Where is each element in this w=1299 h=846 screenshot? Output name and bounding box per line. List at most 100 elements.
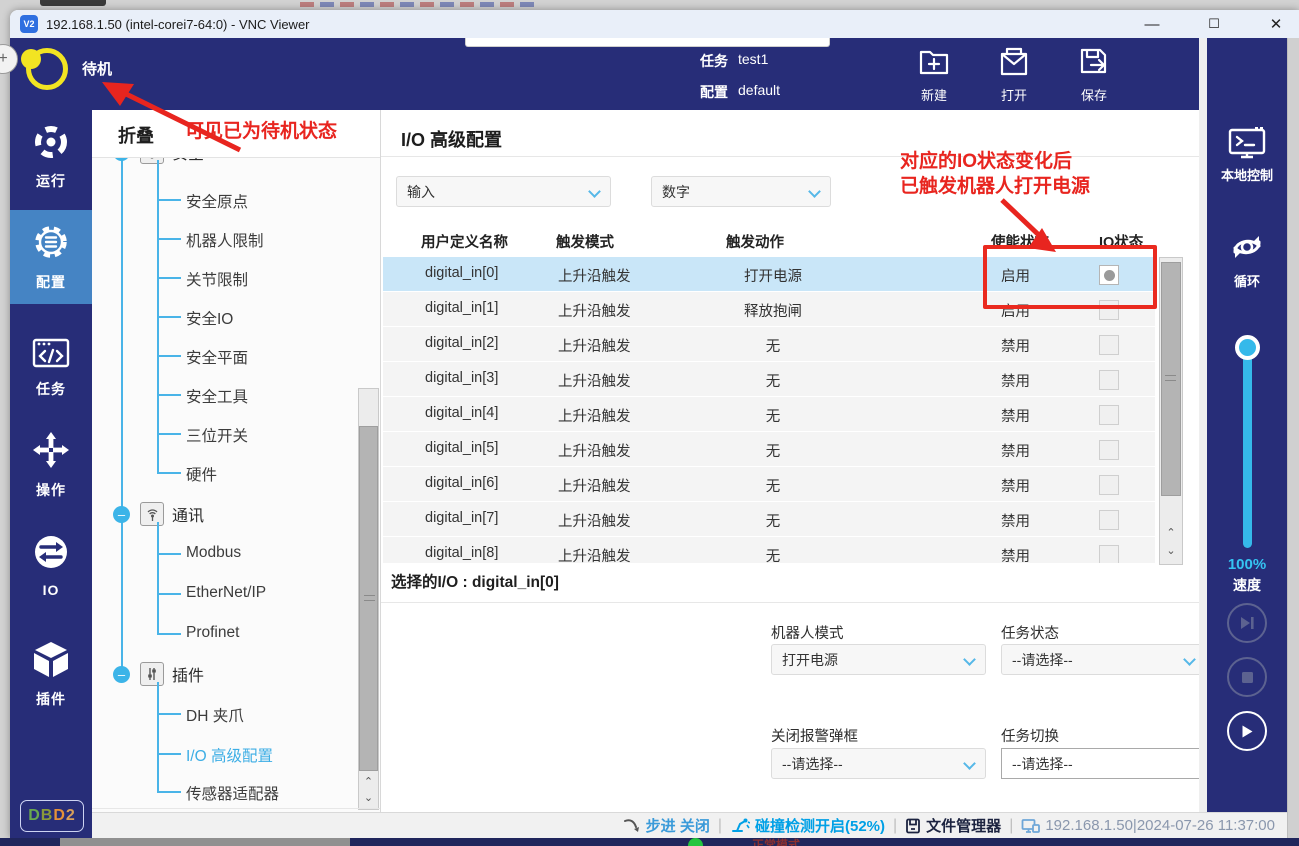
table-cell: 禁用	[1001, 335, 1030, 356]
table-row[interactable]: digital_in[8]上升沿触发无禁用	[383, 537, 1155, 563]
sidebar-item-label: 配置	[36, 272, 66, 292]
io-state-indicator[interactable]	[1099, 440, 1119, 460]
tree-item--[interactable]: 硬件	[186, 463, 217, 485]
tree-item--[interactable]: 三位开关	[186, 424, 248, 446]
table-cell: digital_in[5]	[425, 440, 498, 456]
io-state-indicator[interactable]	[1099, 405, 1119, 425]
tree-item--[interactable]: 安全平面	[186, 346, 248, 368]
speed-slider-thumb[interactable]	[1235, 335, 1260, 360]
tree-item--[interactable]: 安全工具	[186, 385, 248, 407]
table-scroll-up-icon[interactable]: ⌃	[1160, 526, 1182, 540]
maximize-button[interactable]: ☐	[1194, 12, 1234, 36]
tree-scroll-down-icon[interactable]: ⌄	[359, 791, 378, 805]
step-mode-toggle[interactable]: 步进 关闭	[623, 815, 710, 836]
table-row[interactable]: digital_in[7]上升沿触发无禁用	[383, 502, 1155, 536]
task-state-select[interactable]: --请选择--	[1001, 644, 1206, 675]
open-button[interactable]: 打开	[982, 46, 1046, 104]
tree-item--io[interactable]: 安全IO	[186, 307, 233, 329]
collision-detection-icon	[730, 817, 755, 834]
chevron-down-icon	[1183, 653, 1196, 666]
io-state-indicator[interactable]	[1099, 475, 1119, 495]
table-cell: digital_in[4]	[425, 405, 498, 421]
table-row[interactable]: digital_in[5]上升沿触发无禁用	[383, 432, 1155, 466]
table-cell: 禁用	[1001, 510, 1030, 531]
cycle-button[interactable]: 循环	[1207, 228, 1287, 290]
window-cut-edge	[1287, 38, 1299, 838]
close-alarm-select[interactable]: --请选择--	[771, 748, 986, 779]
config-value: default	[738, 82, 780, 98]
tree-scrollbar-thumb[interactable]	[359, 426, 378, 771]
file-manager[interactable]: 文件管理器	[905, 815, 1001, 836]
robot-mode-select[interactable]: 打开电源	[771, 644, 986, 675]
tree-item--[interactable]: 传感器适配器	[186, 782, 279, 804]
tree-node-label: 通讯	[172, 502, 204, 526]
table-cell: 上升沿触发	[558, 300, 631, 321]
save-button[interactable]: 保存	[1062, 46, 1126, 104]
table-cell: 上升沿触发	[558, 440, 631, 461]
speed-slider-track[interactable]	[1243, 338, 1252, 548]
stop-button[interactable]	[1227, 657, 1267, 697]
tree-item--[interactable]: 安全原点	[186, 190, 248, 212]
save-icon	[1078, 46, 1110, 81]
task-switch-input[interactable]: --请选择--	[1001, 748, 1206, 779]
desktop-bottom-strip: 正常模式	[0, 838, 1299, 846]
table-row[interactable]: digital_in[4]上升沿触发无禁用	[383, 397, 1155, 431]
io-direction-select[interactable]: 输入	[396, 176, 611, 207]
table-cell: 上升沿触发	[558, 335, 631, 356]
io-state-indicator[interactable]	[1099, 370, 1119, 390]
collapse-node-icon[interactable]: –	[113, 666, 130, 683]
background-window-fragment	[40, 0, 106, 6]
table-cell: 上升沿触发	[558, 265, 631, 286]
tree-item-modbus[interactable]: Modbus	[186, 544, 241, 562]
tree-item--[interactable]: 关节限制	[186, 268, 248, 290]
connection-info-label: 192.168.1.50|2024-07-26 11:37:00	[1045, 817, 1275, 834]
skip-button[interactable]	[1227, 603, 1267, 643]
table-scroll-down-icon[interactable]: ⌄	[1160, 544, 1182, 558]
play-button[interactable]	[1227, 711, 1267, 751]
sidebar-item-io[interactable]: IO	[10, 518, 92, 612]
table-scrollbar[interactable]: ⌃ ⌄	[1159, 257, 1183, 565]
sidebar-item-config[interactable]: 配置	[10, 210, 92, 304]
titlebar[interactable]: V2 192.168.1.50 (intel-corei7-64:0) - VN…	[10, 10, 1299, 38]
tree-scroll-up-icon[interactable]: ⌃	[359, 775, 378, 789]
collapse-node-icon[interactable]: –	[113, 506, 130, 523]
stop-icon	[1241, 671, 1254, 684]
antenna-icon	[140, 502, 164, 526]
minimize-button[interactable]: —	[1132, 12, 1172, 36]
table-row[interactable]: digital_in[6]上升沿触发无禁用	[383, 467, 1155, 501]
local-control-button[interactable]: 本地控制	[1207, 126, 1287, 184]
close-button[interactable]: ✕	[1256, 12, 1296, 36]
tree-item-ethernet-ip[interactable]: EtherNet/IP	[186, 584, 266, 602]
sidebar-item-run[interactable]: 运行	[10, 110, 92, 204]
io-type-select[interactable]: 数字	[651, 176, 831, 207]
tree-item-profinet[interactable]: Profinet	[186, 624, 239, 642]
tree-item-i-o-[interactable]: I/O 高级配置	[186, 744, 273, 766]
speed-label: 速度	[1207, 575, 1287, 595]
table-row[interactable]: digital_in[2]上升沿触发无禁用	[383, 327, 1155, 361]
collision-detection[interactable]: 碰撞检测开启(52%)	[730, 815, 885, 836]
table-cell: 无	[713, 370, 833, 391]
sidebar-item-plugin[interactable]: 插件	[10, 628, 92, 722]
new-button[interactable]: 新建	[902, 46, 966, 104]
connection-info-icon	[1021, 818, 1045, 834]
table-row[interactable]: digital_in[3]上升沿触发无禁用	[383, 362, 1155, 396]
background-mode-icon	[688, 838, 703, 846]
table-cell: 上升沿触发	[558, 510, 631, 531]
tree-item-dh-[interactable]: DH 夹爪	[186, 704, 244, 726]
table-cell: 无	[713, 545, 833, 563]
table-scrollbar-thumb[interactable]	[1161, 262, 1181, 496]
io-state-indicator[interactable]	[1099, 335, 1119, 355]
vnc-toolbar-tab[interactable]	[465, 38, 830, 47]
chevron-down-icon	[808, 185, 821, 198]
background-mode-label: 正常模式	[752, 838, 800, 846]
io-state-indicator[interactable]	[1099, 510, 1119, 530]
tree-item--[interactable]: 机器人限制	[186, 229, 264, 251]
collision-detection-label: 碰撞检测开启(52%)	[755, 815, 885, 836]
io-state-indicator[interactable]	[1099, 545, 1119, 563]
sidebar-item-label: 操作	[36, 480, 66, 500]
sidebar-item-task[interactable]: 任务	[10, 320, 92, 414]
dbd2-badge[interactable]: DBD2	[20, 800, 84, 832]
tree-scrollbar[interactable]: ⌃ ⌄	[358, 388, 379, 810]
form-field-value: --请选择--	[1012, 650, 1073, 670]
sidebar-item-operate[interactable]: 操作	[10, 418, 92, 512]
